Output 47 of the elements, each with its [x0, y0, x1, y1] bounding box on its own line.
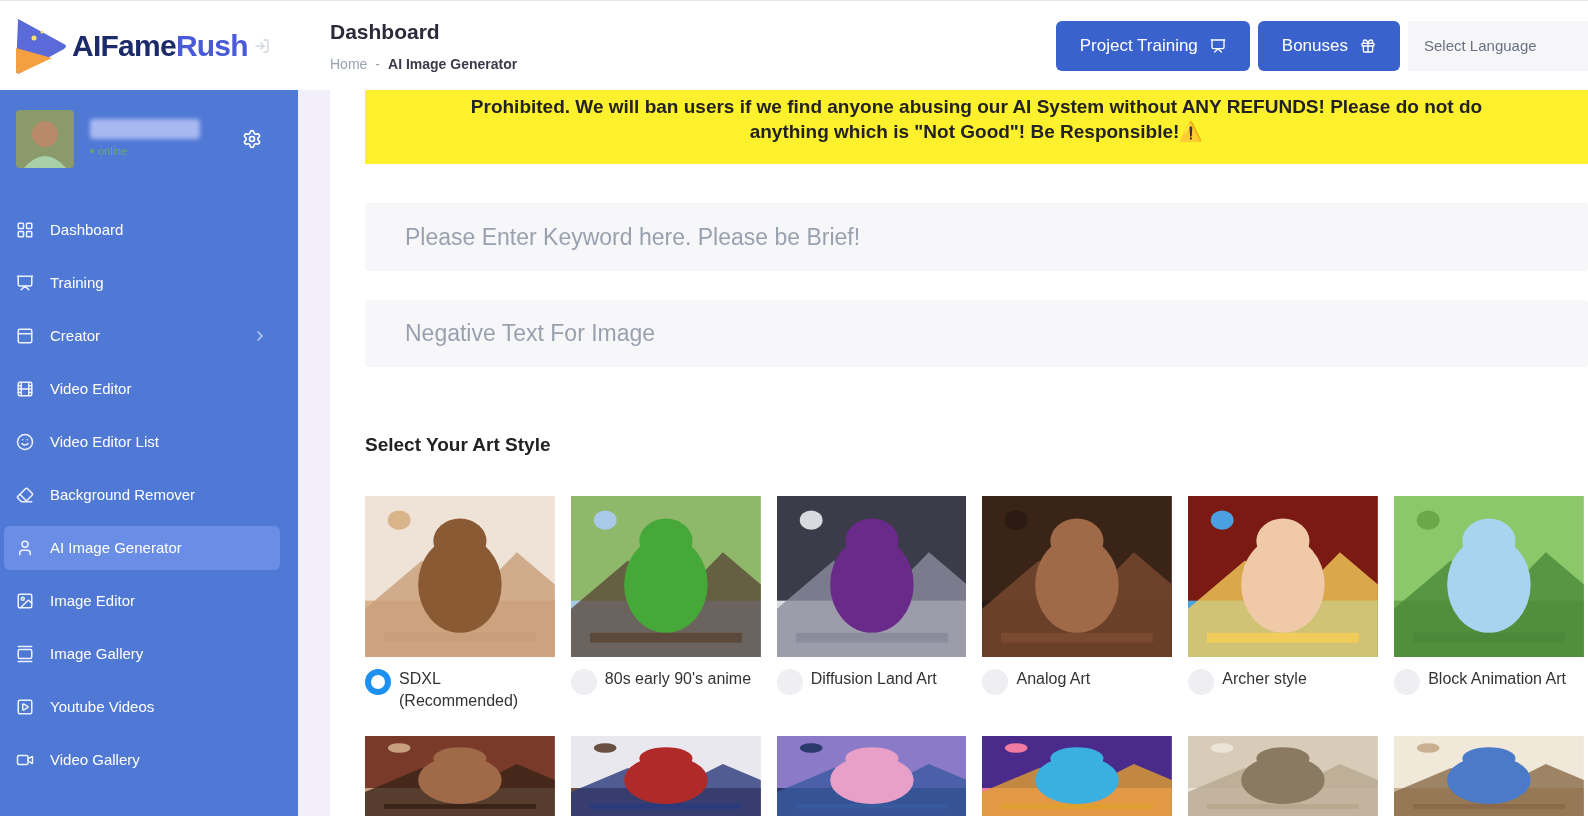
sidebar-item[interactable]: Dashboard [4, 208, 280, 252]
style-label: 80s early 90's anime [604, 669, 752, 689]
warning-text: Prohibited. We will ban users if we find anyone abusing our AI System without ANY REFUNDS! Please do not do [470, 95, 1483, 119]
sidebar-item[interactable]: AI Image Generator [4, 526, 280, 570]
avatar [16, 110, 74, 168]
style-label: Analog Art [1016, 669, 1091, 689]
language-select[interactable]: Select Language [1408, 20, 1588, 71]
film-icon [16, 380, 34, 398]
keyword-field[interactable]: Please Enter Keyword here. Please be Brief! [365, 203, 1588, 271]
negative-text-field[interactable]: Negative Text For Image [365, 300, 1588, 368]
radio-button[interactable] [365, 669, 391, 695]
sidebar-item[interactable]: Image Gallery [4, 632, 280, 676]
breadcrumb-separator: - [375, 54, 381, 74]
image-icon [16, 592, 34, 610]
person-icon [16, 539, 34, 557]
header-button[interactable]: Bonuses [1257, 20, 1400, 71]
sidebar-item[interactable]: Video Gallery [4, 738, 280, 782]
breadcrumb-current: AI Image Generator [388, 54, 518, 74]
style-label: Archer style [1222, 669, 1307, 689]
gift-icon [1360, 37, 1376, 54]
eraser-icon [16, 486, 34, 504]
presentation-icon [16, 274, 34, 292]
sidebar-item[interactable]: Youtube Videos [4, 685, 280, 729]
gallery-icon [16, 645, 34, 663]
presentation-icon [1209, 37, 1226, 54]
settings-icon[interactable] [242, 129, 262, 149]
grid-icon [16, 221, 34, 239]
sidebar-item[interactable]: Background Remover [4, 473, 280, 517]
play-icon [16, 698, 34, 716]
sidebar-item[interactable]: Video Editor List [4, 420, 280, 464]
style-label: Diffusion Land Art [810, 669, 937, 689]
panel-icon [16, 327, 34, 345]
breadcrumb-link[interactable]: Home [330, 53, 368, 75]
sidebar-item[interactable]: Video Editor [4, 367, 280, 411]
header-button[interactable]: Project Training [1055, 20, 1250, 71]
sidebar-item[interactable]: Training [4, 261, 280, 305]
section-heading: Select Your Art Style [365, 433, 552, 458]
user-status: online [98, 143, 128, 159]
style-label: Block Animation Art [1428, 669, 1566, 689]
collapse-icon[interactable] [253, 37, 270, 54]
style-label: SDXL (Recommended) [399, 669, 520, 711]
page-title: Dashboard [330, 19, 441, 46]
logo-text: AIFameRush [72, 28, 248, 64]
smile-icon [16, 433, 34, 451]
sidebar-item[interactable]: Image Editor [4, 579, 280, 623]
warning-text: anything which is "Not Good"! Be Responsible!⚠ [749, 120, 1204, 144]
sidebar-item[interactable]: Creator [4, 314, 280, 358]
